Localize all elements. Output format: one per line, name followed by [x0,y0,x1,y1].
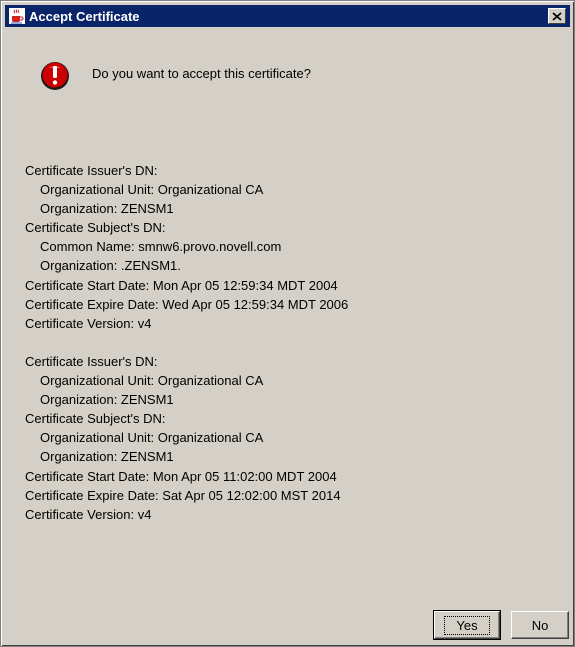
expire-date: Certificate Expire Date: Sat Apr 05 12:0… [25,487,341,503]
expire-date: Certificate Expire Date: Wed Apr 05 12:5… [25,296,349,312]
issuer-ou: Organizational Unit: Organizational CA [40,182,264,198]
issuer-ou: Organizational Unit: Organizational CA [40,373,264,389]
version: Certificate Version: v4 [25,506,152,522]
subject-header: Certificate Subject's DN: [25,220,166,236]
exclamation-error-icon [41,62,69,90]
title-bar[interactable]: Accept Certificate [5,5,570,27]
subject-ou: Organizational Unit: Organizational CA [40,430,264,446]
accept-certificate-dialog: Accept Certificate Do you want to accept… [0,0,575,647]
no-button[interactable]: No [511,611,569,639]
start-date: Certificate Start Date: Mon Apr 05 11:02… [25,468,337,484]
certificate-details: Certificate Issuer's DN: Organizational … [25,161,555,524]
issuer-header: Certificate Issuer's DN: [25,163,158,178]
confirmation-question: Do you want to accept this certificate? [92,66,311,81]
certificate-block-1: Certificate Issuer's DN: Organizational … [25,161,555,333]
no-button-label: No [531,617,549,633]
version: Certificate Version: v4 [25,315,152,331]
yes-button[interactable]: Yes [433,610,501,640]
issuer-org: Organization: ZENSM1 [40,392,174,408]
close-x-icon [552,11,562,21]
close-button[interactable] [548,8,566,24]
issuer-header: Certificate Issuer's DN: [25,353,158,369]
issuer-org: Organization: ZENSM1 [40,201,174,217]
subject-common-name: Common Name: smnw6.provo.novell.com [40,239,282,255]
subject-header: Certificate Subject's DN: [25,411,166,427]
window-title: Accept Certificate [29,9,140,24]
certificate-block-2: Certificate Issuer's DN: Organizational … [25,352,555,524]
subject-org: Organization: ZENSM1 [40,449,174,465]
subject-org: Organization: .ZENSM1. [40,258,181,274]
start-date: Certificate Start Date: Mon Apr 05 12:59… [25,277,338,293]
java-coffee-cup-icon [9,8,25,24]
yes-button-label: Yes [444,615,490,635]
